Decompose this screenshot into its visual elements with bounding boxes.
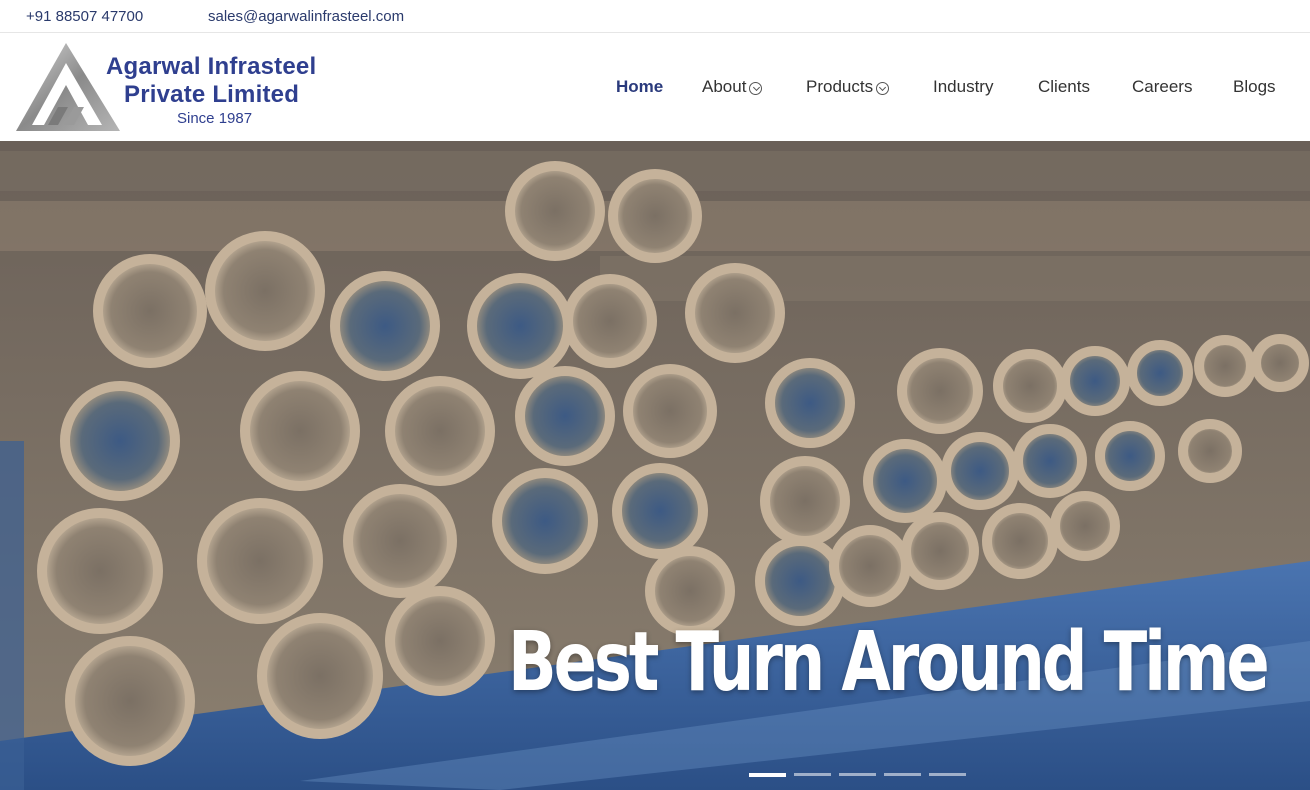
nav-item-about[interactable]: About — [702, 77, 763, 97]
nav-item-industry[interactable]: Industry — [933, 77, 993, 97]
nav-item-label: Home — [616, 77, 664, 96]
hero-slider: Best Turn Around Time — [0, 141, 1310, 790]
slide-indicator-4[interactable] — [884, 773, 921, 776]
chevron-down-icon — [749, 81, 763, 95]
slide-indicator-1[interactable] — [749, 773, 786, 777]
nav-item-label: Blogs — [1233, 77, 1276, 96]
nav-item-label: Careers — [1132, 77, 1193, 96]
slide-indicator-3[interactable] — [839, 773, 876, 776]
nav-item-careers[interactable]: Careers — [1132, 77, 1192, 97]
nav-item-label: About — [702, 77, 747, 96]
slider-pagination — [749, 773, 969, 777]
nav-item-blogs[interactable]: Blogs — [1233, 77, 1276, 97]
slide-indicator-2[interactable] — [794, 773, 831, 776]
email-link[interactable]: sales@agarwalinfrasteel.com — [208, 8, 404, 25]
main-nav: Home About Products Industry Clients Car… — [0, 77, 1310, 101]
site-header: Agarwal Infrasteel Private Limited Since… — [0, 33, 1310, 141]
nav-item-label: Products — [806, 77, 874, 96]
nav-item-products[interactable]: Products — [806, 77, 890, 97]
hero-title: Best Turn Around Time — [508, 615, 1270, 710]
nav-item-label: Clients — [1038, 77, 1090, 96]
nav-item-home[interactable]: Home — [616, 77, 663, 97]
logo-tagline: Since 1987 — [177, 110, 253, 127]
phone-link[interactable]: +91 88507 47700 — [26, 8, 143, 25]
nav-item-label: Industry — [933, 77, 994, 96]
top-contact-bar: +91 88507 47700 sales@agarwalinfrasteel.… — [0, 0, 1310, 33]
nav-item-clients[interactable]: Clients — [1038, 77, 1090, 97]
slide-indicator-5[interactable] — [929, 773, 966, 776]
chevron-down-icon — [876, 81, 890, 95]
